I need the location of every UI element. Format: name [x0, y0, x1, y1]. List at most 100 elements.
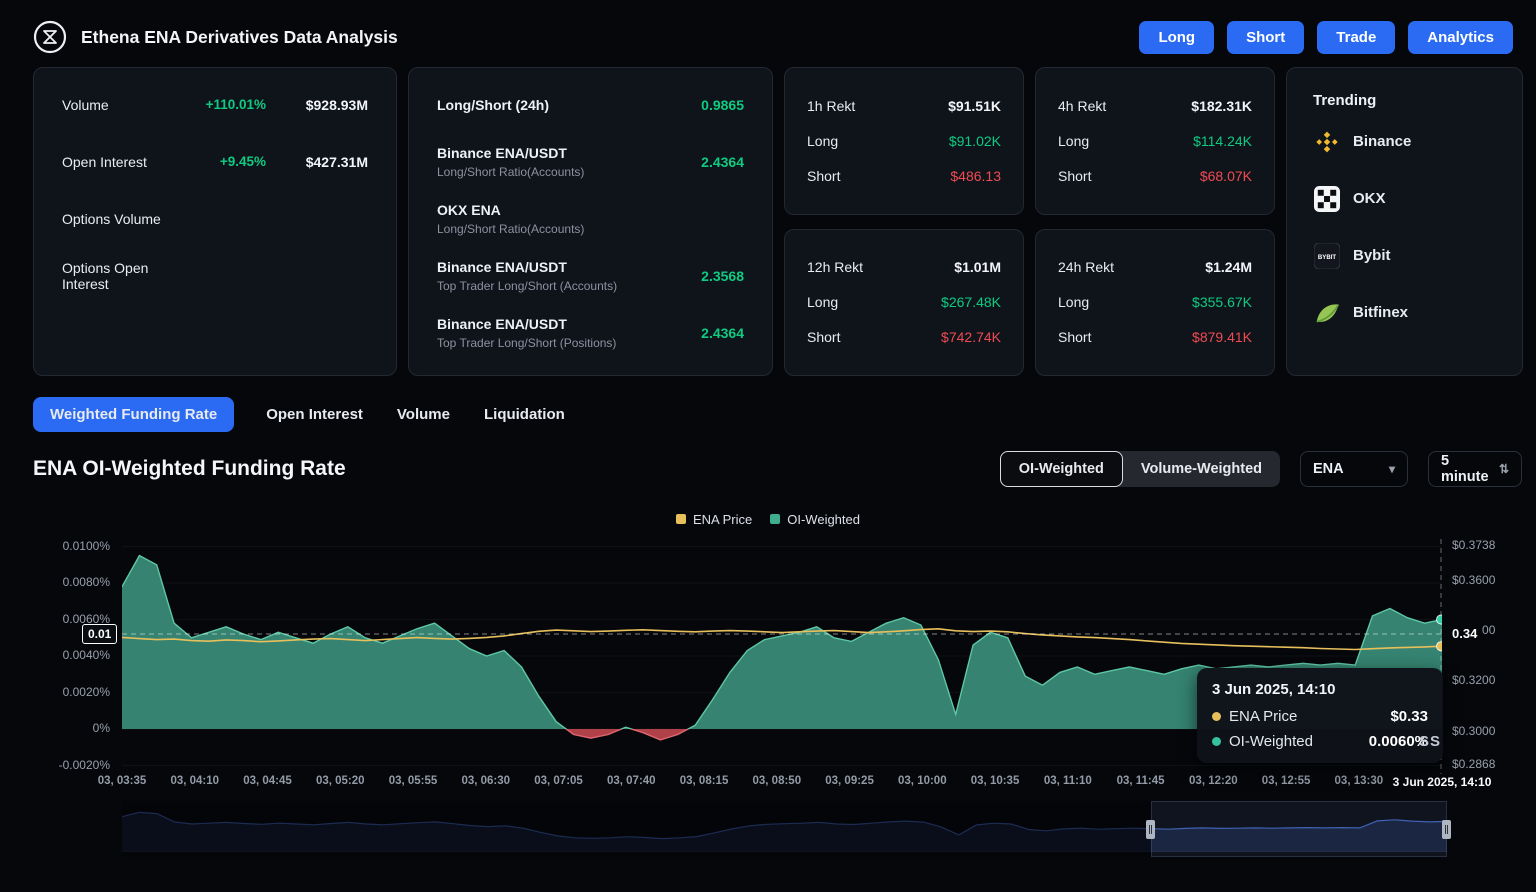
stat-label: Volume — [62, 97, 196, 113]
rekt-short-label: Short — [807, 168, 840, 184]
navigator-handle-right[interactable] — [1442, 820, 1451, 839]
trending-name: Binance — [1353, 133, 1411, 150]
segment-volume-weighted[interactable]: Volume-Weighted — [1123, 451, 1280, 487]
tooltip-label: ENA Price — [1229, 708, 1382, 725]
short-button[interactable]: Short — [1227, 21, 1304, 54]
app-logo-icon — [33, 20, 67, 54]
stat-value: $427.31M — [290, 154, 368, 170]
rekt-column-right: 4h Rekt$182.31K Long$114.24K Short$68.07… — [1035, 67, 1275, 376]
ratio-title: Binance ENA/USDT — [437, 145, 701, 161]
rekt-short-value: $742.74K — [941, 329, 1001, 345]
tooltip-row-ena-price: ENA Price $0.33 — [1212, 708, 1428, 725]
rekt-long-value: $355.67K — [1192, 294, 1252, 310]
ratio-row: OKX ENA Long/Short Ratio(Accounts) — [437, 190, 744, 247]
rekt-short-value: $486.13 — [950, 168, 1001, 184]
y-axis-left-tick: 0% — [33, 721, 110, 735]
rekt-total: $1.01M — [954, 259, 1001, 275]
stat-value: $928.93M — [290, 97, 368, 113]
rekt-long-label: Long — [1058, 294, 1089, 310]
trending-name: Bitfinex — [1353, 304, 1408, 321]
crosshair-left-badge: 0.01 — [82, 624, 117, 644]
trade-button[interactable]: Trade — [1317, 21, 1395, 54]
ratio-row: Binance ENA/USDT Top Trader Long/Short (… — [437, 247, 744, 304]
rekt-total: $1.24M — [1205, 259, 1252, 275]
tooltip-value: $0.33 — [1390, 708, 1428, 725]
trending-item-okx[interactable]: OKX — [1313, 170, 1496, 227]
ena-price-dot-icon — [1212, 712, 1221, 721]
stat-row-options-open-interest: Options Open Interest — [62, 247, 368, 304]
ratio-title: Binance ENA/USDT — [437, 259, 701, 275]
y-axis-right-tick: $0.3200 — [1452, 673, 1495, 687]
okx-icon — [1313, 185, 1340, 212]
rekt-long-value: $267.48K — [941, 294, 1001, 310]
ratio-value: 2.3568 — [701, 268, 744, 284]
ratio-row: Binance ENA/USDT Long/Short Ratio(Accoun… — [437, 133, 744, 190]
ratio-subtitle: Long/Short Ratio(Accounts) — [437, 165, 701, 179]
rekt-short-label: Short — [807, 329, 840, 345]
volume-stats-card: Volume +110.01% $928.93M Open Interest +… — [33, 67, 397, 376]
brand: Ethena ENA Derivatives Data Analysis — [33, 20, 398, 54]
ratio-row: Long/Short (24h) 0.9865 — [437, 76, 744, 133]
navigator-dimmed-region — [122, 801, 1151, 857]
tab-open-interest[interactable]: Open Interest — [264, 397, 365, 432]
y-axis-left-tick: 0.0080% — [33, 575, 110, 589]
tooltip-row-oi-weighted: OI-Weighted 0.0060% — [1212, 733, 1428, 750]
rekt-period: 24h Rekt — [1058, 259, 1114, 275]
trending-name: Bybit — [1353, 247, 1391, 264]
tab-volume[interactable]: Volume — [395, 397, 452, 432]
chart-navigator[interactable] — [122, 801, 1447, 857]
rekt-column-left: 1h Rekt$91.51K Long$91.02K Short$486.13 … — [784, 67, 1024, 376]
analytics-button[interactable]: Analytics — [1408, 21, 1513, 54]
y-axis-right-tick: $0.3738 — [1452, 538, 1495, 552]
rekt-card-24h: 24h Rekt $1.24M Long $355.67K Short $879.41… — [1035, 229, 1275, 377]
ratio-value: 2.4364 — [701, 325, 744, 341]
rekt-card-4h: 4h Rekt$182.31K Long$114.24K Short$68.07… — [1035, 67, 1275, 215]
stat-label: Options Volume — [62, 211, 196, 227]
funding-rate-chart[interactable]: 0.0100%0.0080%0.0060%0.0040%0.0020%0%-0.… — [0, 539, 1536, 869]
y-axis-right-tick: $0.3600 — [1452, 573, 1495, 587]
y-axis-left-tick: -0.0020% — [33, 758, 110, 772]
rekt-period: 1h Rekt — [807, 98, 855, 114]
ratio-subtitle: Long/Short Ratio(Accounts) — [437, 222, 744, 236]
segment-oi-weighted[interactable]: OI-Weighted — [1000, 451, 1123, 487]
y-axis-left-tick: 0.0020% — [33, 685, 110, 699]
stat-cards-row: Volume +110.01% $928.93M Open Interest +… — [33, 67, 1523, 376]
chevron-down-icon: ▾ — [1389, 462, 1395, 476]
symbol-select-value: ENA — [1313, 461, 1344, 477]
rekt-short-label: Short — [1058, 329, 1091, 345]
tab-liquidation[interactable]: Liquidation — [482, 397, 567, 432]
rekt-card-12h: 12h Rekt $1.01M Long $267.48K Short $742.74… — [784, 229, 1024, 377]
trending-item-binance[interactable]: Binance — [1313, 113, 1496, 170]
rekt-period: 12h Rekt — [807, 259, 863, 275]
navigator-selection[interactable] — [1151, 801, 1447, 857]
rekt-short-label: Short — [1058, 168, 1091, 184]
tooltip-label: OI-Weighted — [1229, 733, 1361, 750]
ratio-value: 2.4364 — [701, 154, 744, 170]
y-axis-right-tick: $0.2868 — [1452, 757, 1495, 771]
up-down-arrows-icon: ⇅ — [1499, 462, 1509, 476]
weighting-segmented-control: OI-Weighted Volume-Weighted — [1000, 451, 1280, 487]
trending-item-bybit[interactable]: BYBIT Bybit — [1313, 227, 1496, 284]
crosshair-time-label: 3 Jun 2025, 14:10 — [1388, 774, 1497, 790]
chart-tooltip: 3 Jun 2025, 14:10 ENA Price $0.33 OI-Wei… — [1197, 668, 1443, 763]
rekt-long-label: Long — [807, 294, 838, 310]
rekt-short-value: $879.41K — [1192, 329, 1252, 345]
ratio-value: 0.9865 — [701, 97, 744, 113]
legend-oi-weighted[interactable]: OI-Weighted — [770, 512, 860, 527]
rekt-long-label: Long — [807, 133, 838, 149]
trending-name: OKX — [1353, 190, 1386, 207]
tab-weighted-funding-rate[interactable]: Weighted Funding Rate — [33, 397, 234, 432]
navigator-handle-left[interactable] — [1146, 820, 1155, 839]
chart-legend: ENA Price OI-Weighted — [0, 510, 1536, 528]
symbol-select[interactable]: ENA ▾ — [1300, 451, 1408, 487]
page-title: Ethena ENA Derivatives Data Analysis — [81, 27, 398, 48]
rekt-period: 4h Rekt — [1058, 98, 1106, 114]
header: Ethena ENA Derivatives Data Analysis Lon… — [0, 0, 1536, 60]
interval-select[interactable]: 5 minute ⇅ — [1428, 451, 1522, 487]
y-axis-left-tick: 0.0040% — [33, 648, 110, 662]
trending-item-bitfinex[interactable]: Bitfinex — [1313, 284, 1496, 341]
oi-weighted-dot-icon — [1212, 737, 1221, 746]
section-row: ENA OI-Weighted Funding Rate OI-Weighted… — [33, 451, 1522, 487]
long-button[interactable]: Long — [1139, 21, 1214, 54]
legend-ena-price[interactable]: ENA Price — [676, 512, 752, 527]
